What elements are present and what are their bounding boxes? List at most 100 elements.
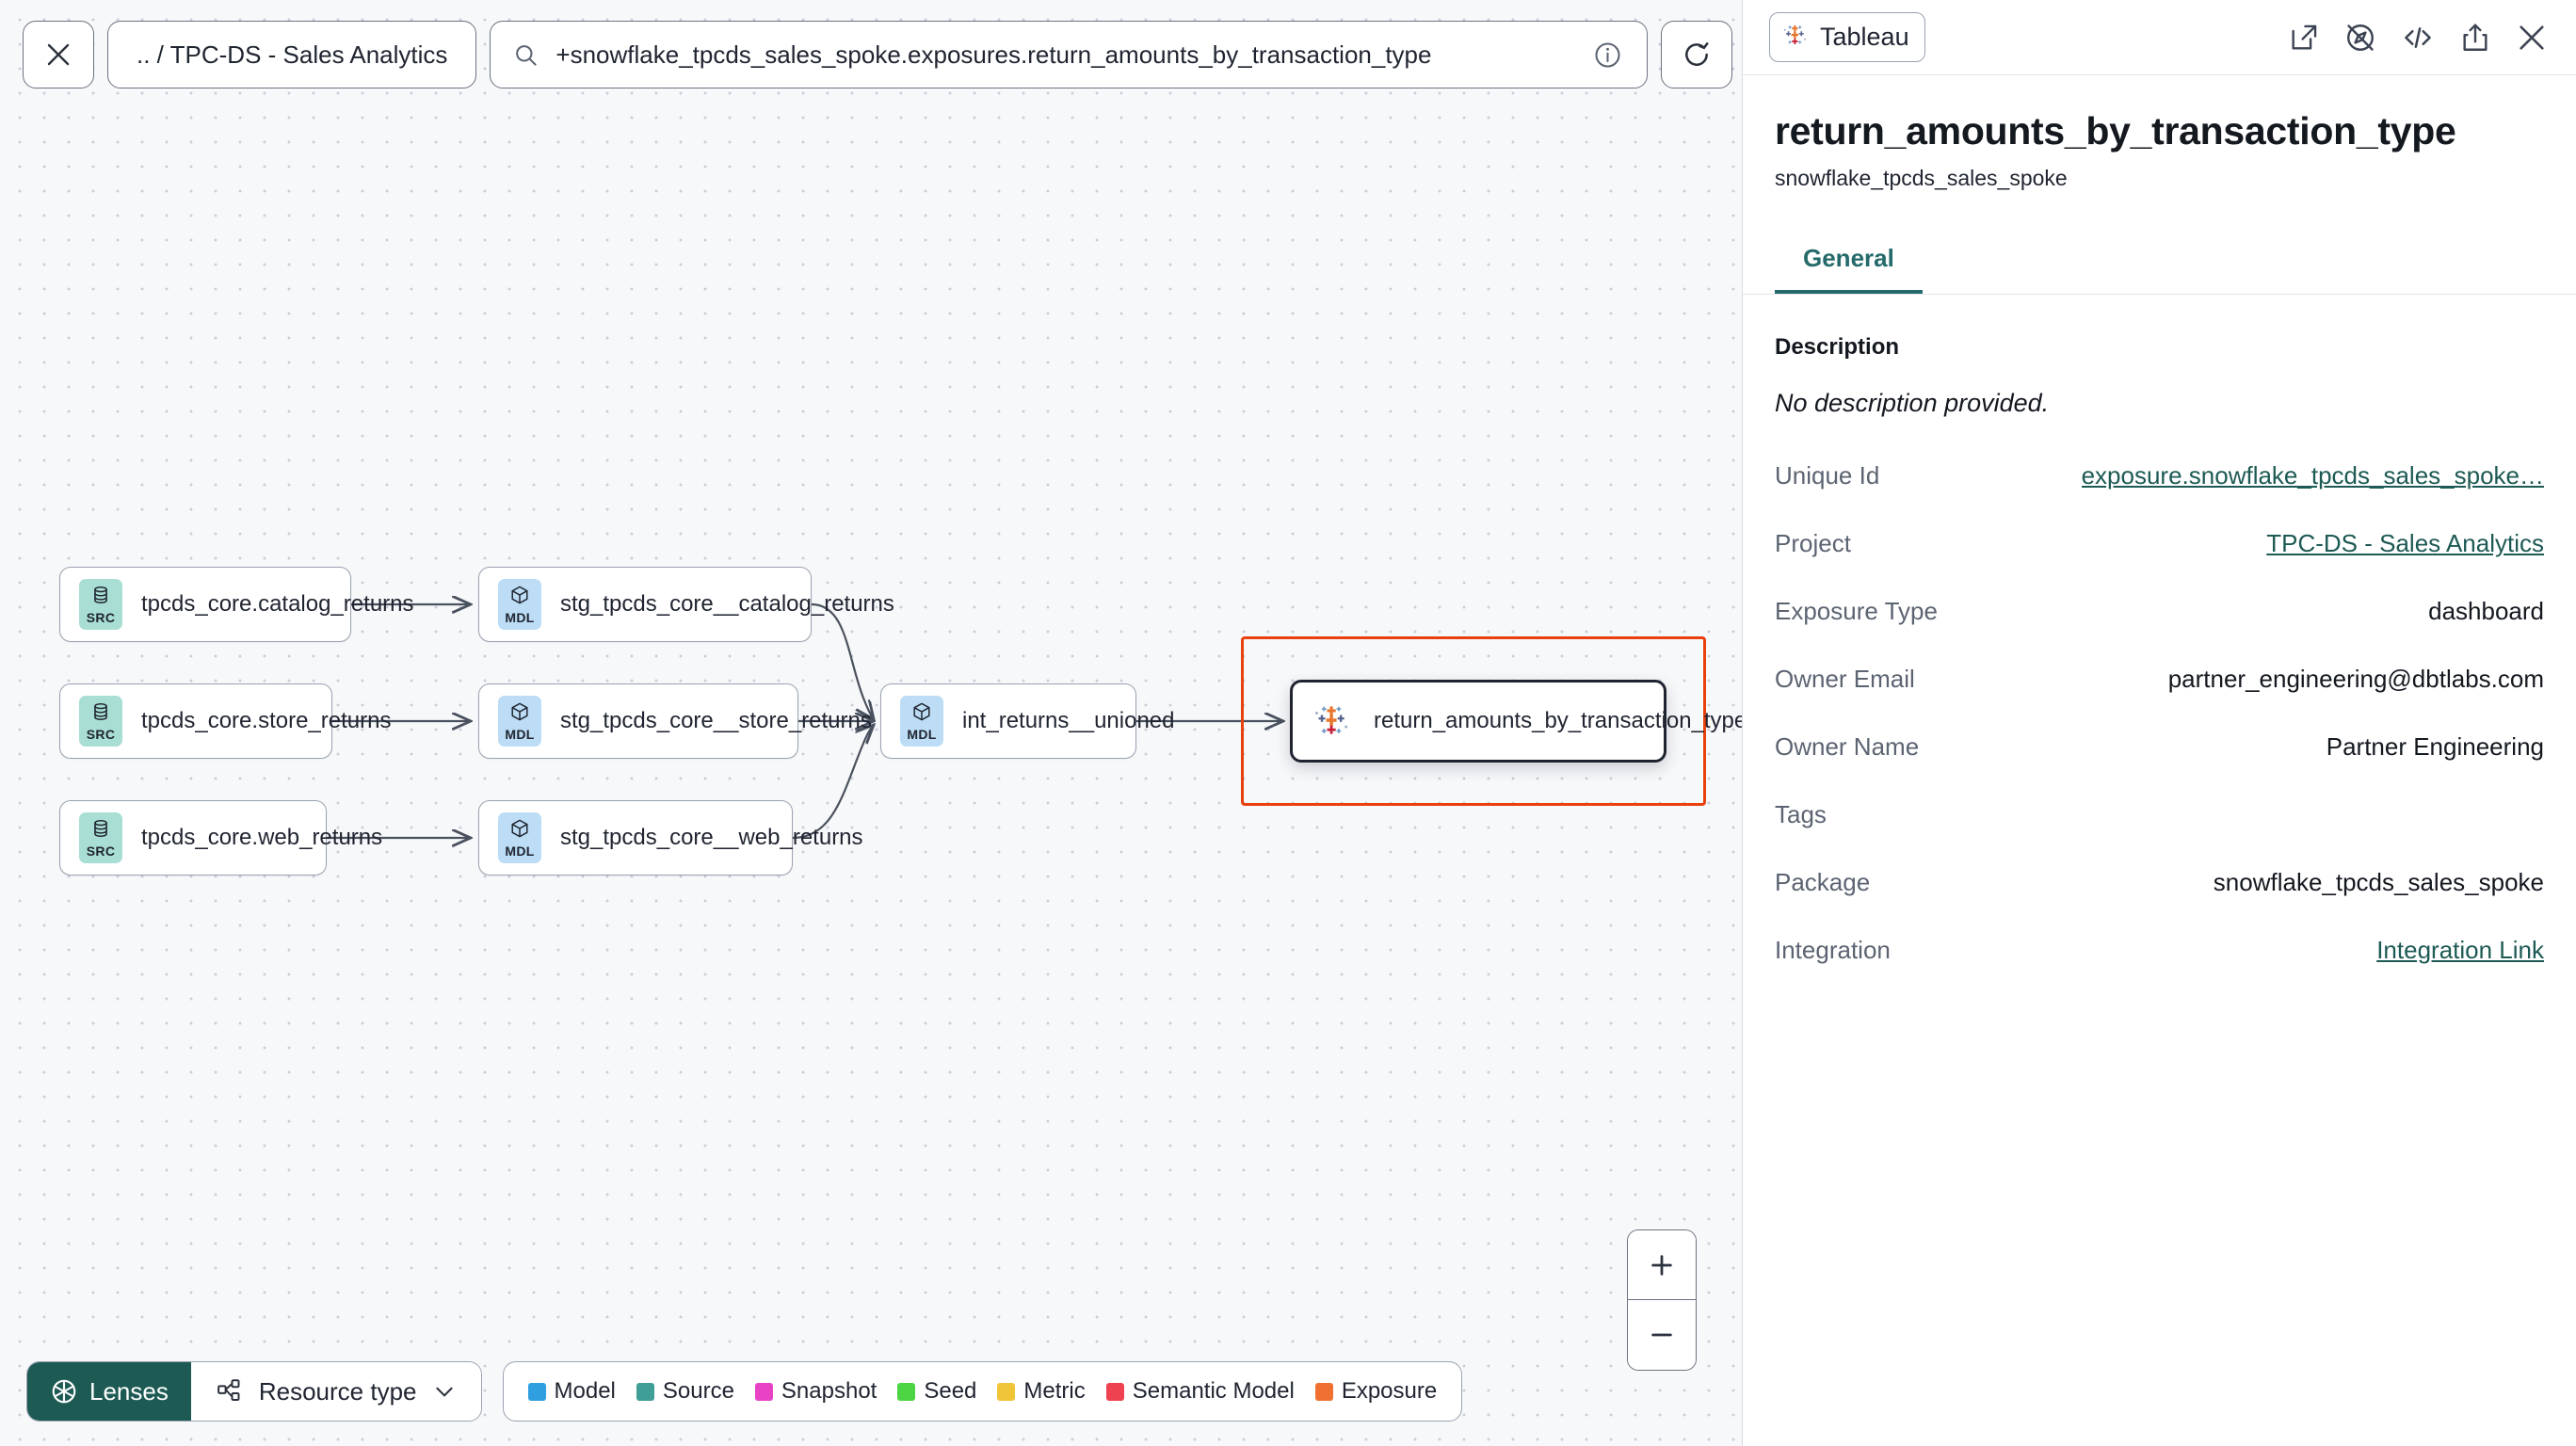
lineage-node-label: tpcds_core.catalog_returns [141, 591, 414, 617]
close-panel-icon[interactable] [2516, 22, 2548, 54]
legend-item[interactable]: Source [636, 1378, 734, 1405]
lenses-group: Lenses Resource type [26, 1361, 482, 1422]
resource-type-button[interactable]: Resource type [190, 1362, 481, 1421]
cube-icon [509, 585, 530, 610]
detail-field-value[interactable]: exposure.snowflake_tpcds_sales_spoke… [2082, 461, 2544, 490]
model-badge: MDL [498, 812, 541, 863]
detail-field-label: Owner Name [1775, 732, 1920, 761]
detail-field-row: Integration Integration Link [1775, 919, 2544, 987]
lineage-node-label: stg_tpcds_core__web_returns [560, 825, 863, 850]
legend-item[interactable]: Seed [897, 1378, 976, 1405]
resource-type-label: Resource type [258, 1376, 417, 1406]
lineage-node-label: stg_tpcds_core__store_returns [560, 708, 872, 733]
lineage-node-exposure[interactable]: return_amounts_by_transaction_type [1290, 680, 1742, 763]
chevron-down-icon [435, 1387, 453, 1397]
zoom-in-button[interactable] [1628, 1230, 1696, 1300]
lenses-button[interactable]: Lenses [27, 1362, 191, 1421]
legend-item[interactable]: Metric [997, 1378, 1086, 1405]
lineage-node[interactable]: SRC tpcds_core.catalog_returns [59, 567, 414, 642]
source-badge: SRC [79, 812, 122, 863]
detail-field-row: Owner Name Partner Engineering [1775, 715, 2544, 783]
aperture-icon [52, 1379, 76, 1404]
legend-swatch [997, 1382, 1016, 1401]
description-heading: Description [1775, 334, 1900, 360]
zoom-out-button[interactable] [1628, 1300, 1696, 1370]
detail-field-value: partner_engineering@dbtlabs.com [2167, 665, 2544, 693]
share-icon[interactable] [2459, 22, 2491, 54]
detail-field-row: Unique Id exposure.snowflake_tpcds_sales_… [1775, 444, 2544, 512]
detail-field-label: Project [1775, 529, 1851, 557]
database-icon [90, 818, 111, 844]
description-body: No description provided. [1775, 389, 2050, 417]
badge-label: MDL [505, 610, 535, 625]
detail-field-label: Owner Email [1775, 665, 1915, 693]
legend-swatch [636, 1382, 654, 1401]
source-badge: SRC [79, 579, 122, 630]
open-external-icon[interactable] [2288, 22, 2320, 54]
legend-swatch [527, 1382, 546, 1401]
detail-field-value[interactable]: TPC-DS - Sales Analytics [2266, 529, 2544, 558]
detail-field-row: Project TPC-DS - Sales Analytics [1775, 512, 2544, 580]
search-bar[interactable] [490, 21, 1649, 88]
breadcrumb[interactable]: .. / TPC-DS - Sales Analytics [107, 21, 477, 88]
lineage-node[interactable]: MDL stg_tpcds_core__web_returns [478, 800, 863, 876]
detail-panel: Tableau return_amounts_by_transaction_ty… [1742, 0, 2576, 1446]
legend-swatch [897, 1382, 916, 1401]
search-input[interactable] [555, 40, 1577, 70]
plus-icon [1651, 1254, 1672, 1276]
zoom-controls [1627, 1229, 1697, 1371]
lineage-node[interactable]: MDL int_returns__unioned [880, 683, 1175, 759]
resource-type-legend: Model Source Snapshot Seed Metric Semantic Mo… [502, 1361, 1463, 1422]
close-x-icon [47, 43, 70, 66]
legend-swatch [754, 1382, 773, 1401]
detail-field-row: Package snowflake_tpcds_sales_spoke [1775, 851, 2544, 919]
tableau-icon [1312, 699, 1355, 743]
tableau-icon [1781, 21, 1810, 54]
source-badge: SRC [79, 696, 122, 747]
badge-label: MDL [907, 727, 937, 742]
tab-general[interactable]: General [1775, 231, 1923, 294]
lineage-node[interactable]: MDL stg_tpcds_core__store_returns [478, 683, 872, 759]
detail-field-value: Partner Engineering [2326, 732, 2544, 761]
panel-subtitle: snowflake_tpcds_sales_spoke [1775, 166, 2068, 190]
detail-panel-actions [2288, 21, 2548, 55]
database-icon [90, 585, 111, 610]
detail-field-label: Unique Id [1775, 461, 1880, 490]
page-title: return_amounts_by_transaction_type [1775, 109, 2456, 153]
legend-label: Source [662, 1378, 734, 1404]
refresh-button[interactable] [1661, 21, 1733, 88]
integration-chip-tableau[interactable]: Tableau [1769, 12, 1925, 62]
legend-label: Semantic Model [1132, 1378, 1295, 1404]
legend-swatch [1314, 1382, 1333, 1401]
legend-item[interactable]: Model [527, 1378, 616, 1405]
search-icon [516, 44, 538, 66]
lineage-node-label: tpcds_core.store_returns [141, 708, 392, 733]
badge-label: MDL [505, 727, 535, 742]
explore-compass-icon[interactable] [2344, 22, 2376, 54]
lineage-node-label: int_returns__unioned [962, 708, 1175, 733]
detail-field-label: Exposure Type [1775, 597, 1938, 625]
lineage-node-label: stg_tpcds_core__catalog_returns [560, 591, 894, 617]
lineage-node[interactable]: MDL stg_tpcds_core__catalog_returns [478, 567, 894, 642]
legend-label: Seed [924, 1378, 977, 1404]
legend-item[interactable]: Semantic Model [1105, 1378, 1295, 1405]
info-circle-icon[interactable] [1593, 40, 1622, 70]
detail-field-value[interactable]: Integration Link [2376, 936, 2544, 965]
detail-field-value: snowflake_tpcds_sales_spoke [2213, 868, 2544, 896]
lineage-toolbar: .. / TPC-DS - Sales Analytics [23, 21, 1733, 88]
legend-item[interactable]: Snapshot [754, 1378, 877, 1405]
lineage-node[interactable]: SRC tpcds_core.web_returns [59, 800, 382, 876]
close-graph-button[interactable] [23, 21, 94, 88]
detail-field-label: Integration [1775, 936, 1891, 964]
lineage-node[interactable]: SRC tpcds_core.store_returns [59, 683, 391, 759]
lineage-canvas[interactable]: SRC tpcds_core.catalog_returns SRC tpcds_c… [0, 0, 1742, 1446]
database-icon [90, 701, 111, 727]
nodes-icon [217, 1379, 240, 1402]
lineage-node-label: tpcds_core.web_returns [141, 825, 383, 850]
detail-panel-tabs: General [1743, 231, 2576, 295]
code-icon[interactable] [2401, 21, 2435, 55]
cube-icon [911, 701, 932, 727]
detail-fields: Unique Id exposure.snowflake_tpcds_sales_… [1743, 418, 2576, 987]
badge-label: MDL [505, 844, 535, 859]
legend-item[interactable]: Exposure [1314, 1378, 1437, 1405]
